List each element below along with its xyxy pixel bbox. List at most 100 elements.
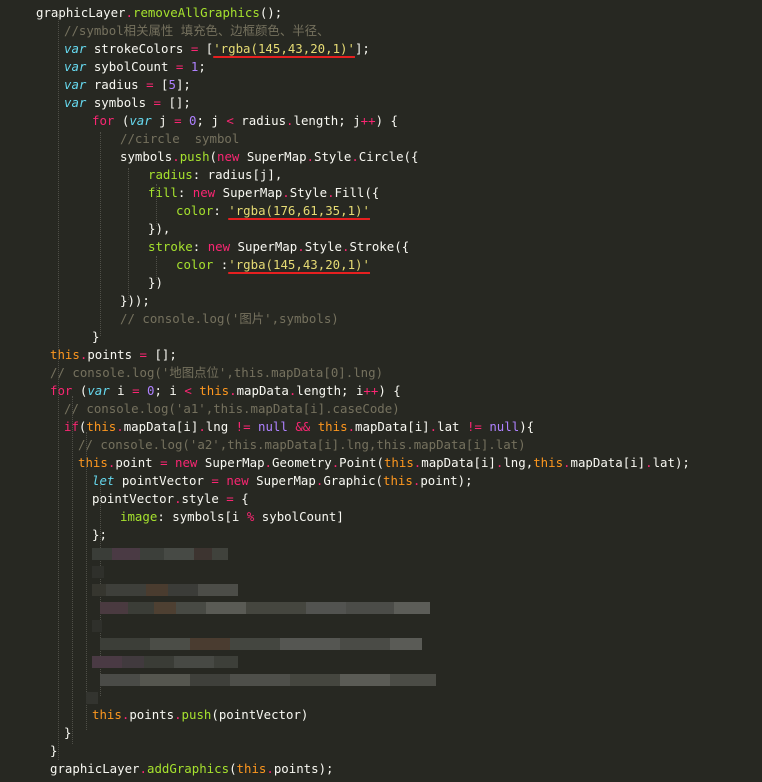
- code-line[interactable]: image: symbols[i % sybolCount]: [120, 508, 344, 526]
- code-line[interactable]: symbols.push(new SuperMap.Style.Circle({: [120, 148, 418, 166]
- code-token: lng,: [503, 455, 534, 470]
- code-token: }));: [120, 293, 150, 308]
- code-token: Style: [314, 149, 352, 164]
- code-token: .: [327, 185, 335, 200]
- code-token: .: [286, 113, 294, 128]
- code-token: graphicLayer: [36, 5, 126, 20]
- code-line[interactable]: //symbol相关属性 填充色、边框颜色、半径、: [64, 22, 329, 40]
- code-line[interactable]: // console.log('图片',symbols): [120, 310, 339, 328]
- code-token: 0: [189, 113, 197, 128]
- code-line[interactable]: }: [50, 742, 57, 760]
- code-line[interactable]: for (var i = 0; i < this.mapData.length;…: [50, 382, 401, 400]
- code-token: SuperMap: [239, 149, 307, 164]
- code-token: radius: [86, 77, 147, 92]
- code-line[interactable]: if(this.mapData[i].lng != null && this.m…: [64, 418, 534, 436]
- code-line[interactable]: var radius = [5];: [64, 76, 191, 94]
- indent-guide: [58, 14, 59, 760]
- redacted-pixel: [174, 656, 214, 668]
- code-token: ++: [363, 383, 379, 398]
- code-token: // console.log('地图点位',this.mapData[0].ln…: [50, 365, 384, 380]
- code-token: ) {: [378, 383, 401, 398]
- code-line[interactable]: this.points = [];: [50, 346, 177, 364]
- code-line[interactable]: color :'rgba(145,43,20,1)': [176, 256, 370, 274]
- redacted-pixel: [340, 674, 390, 686]
- code-line[interactable]: var sybolCount = 1;: [64, 58, 206, 76]
- code-token: 'rgba(176,61,35,1)': [228, 203, 370, 218]
- code-token: this: [236, 761, 267, 776]
- code-token: mapData[i]: [570, 455, 646, 470]
- code-token: lat);: [652, 455, 690, 470]
- code-token: =: [146, 77, 154, 92]
- code-token: [];: [161, 95, 191, 110]
- code-token: this: [317, 419, 348, 434]
- code-line[interactable]: graphicLayer.addGraphics(this.points);: [50, 760, 334, 778]
- code-token: .: [139, 761, 147, 776]
- redacted-pixel: [164, 548, 194, 560]
- redacted-pixel: [112, 548, 140, 560]
- code-token: radius: [148, 167, 193, 182]
- code-line[interactable]: var strokeColors = ['rgba(145,43,20,1)']…: [64, 40, 370, 58]
- redacted-pixel: [146, 584, 168, 596]
- code-line[interactable]: }: [92, 328, 99, 346]
- code-token: symbols: [120, 149, 173, 164]
- code-line[interactable]: // console.log('地图点位',this.mapData[0].ln…: [50, 364, 383, 382]
- code-line[interactable]: this.point = new SuperMap.Geometry.Point…: [78, 454, 690, 472]
- code-token: &&: [295, 419, 311, 434]
- code-token: let: [92, 473, 115, 488]
- redacted-pixel: [390, 638, 422, 650]
- code-token: this: [78, 455, 108, 470]
- code-token: sybolCount: [86, 59, 176, 74]
- code-token: new: [175, 455, 198, 470]
- code-token: strokeColors: [86, 41, 191, 56]
- redacted-pixel: [168, 584, 198, 596]
- code-token: this: [86, 419, 117, 434]
- code-token: //symbol相关属性 填充色、边框颜色、半径、: [64, 23, 330, 38]
- code-line[interactable]: }),: [148, 220, 170, 238]
- code-token: .: [429, 419, 438, 434]
- code-line[interactable]: this.points.push(pointVector): [92, 706, 308, 724]
- code-token: lng: [205, 419, 236, 434]
- code-token: null: [258, 419, 288, 434]
- code-token: SuperMap: [230, 239, 298, 254]
- redacted-pixel: [246, 602, 306, 614]
- code-editor[interactable]: graphicLayer.removeAllGraphics();//symbo…: [0, 0, 762, 782]
- code-token: Stroke: [349, 239, 395, 254]
- code-line[interactable]: }: [64, 724, 71, 742]
- indent-guide: [100, 132, 101, 336]
- code-line[interactable]: stroke: new SuperMap.Style.Stroke({: [148, 238, 409, 256]
- code-token: color: [176, 257, 221, 272]
- code-token: .: [116, 419, 124, 434]
- code-token: points: [87, 347, 140, 362]
- redacted-pixel: [176, 602, 206, 614]
- code-token: this: [92, 707, 122, 722]
- indent-guide: [156, 184, 157, 226]
- code-token: .: [198, 419, 206, 434]
- code-token: !=: [466, 419, 482, 434]
- code-token: mapData[i]: [421, 455, 496, 470]
- code-line[interactable]: let pointVector = new SuperMap.Graphic(t…: [92, 472, 473, 490]
- redacted-pixel: [206, 602, 246, 614]
- code-line[interactable]: //circle symbol: [120, 130, 239, 148]
- code-line[interactable]: var symbols = [];: [64, 94, 191, 112]
- code-line[interactable]: fill: new SuperMap.Style.Fill({: [148, 184, 379, 202]
- code-line[interactable]: // console.log('a1',this.mapData[i].case…: [64, 400, 400, 418]
- code-token: =: [132, 383, 140, 398]
- code-token: .: [282, 185, 290, 200]
- redacted-pixel: [100, 674, 140, 686]
- code-line[interactable]: pointVector.style = {: [92, 490, 249, 508]
- code-token: Graphic: [323, 473, 376, 488]
- code-line[interactable]: radius: radius[j],: [148, 166, 282, 184]
- redacted-pixel: [92, 584, 106, 596]
- code-line[interactable]: graphicLayer.removeAllGraphics();: [36, 4, 282, 22]
- code-line[interactable]: }));: [120, 292, 150, 310]
- indent-guide: [72, 396, 73, 744]
- code-line[interactable]: // console.log('a2',this.mapData[i].lng,…: [78, 436, 526, 454]
- code-line[interactable]: color: 'rgba(176,61,35,1)': [176, 202, 370, 220]
- redacted-pixel: [198, 584, 238, 596]
- code-token: //circle symbol: [120, 131, 240, 146]
- code-token: for: [92, 113, 115, 128]
- redacted-pixel: [106, 584, 146, 596]
- code-token: .: [174, 491, 182, 506]
- code-line[interactable]: for (var j = 0; j < radius.length; j++) …: [92, 112, 398, 130]
